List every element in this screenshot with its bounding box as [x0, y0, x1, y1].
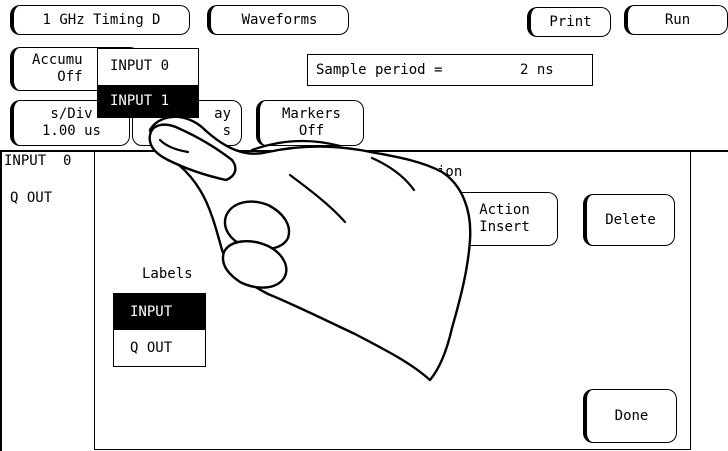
- touch-hand-illustration: [148, 115, 472, 382]
